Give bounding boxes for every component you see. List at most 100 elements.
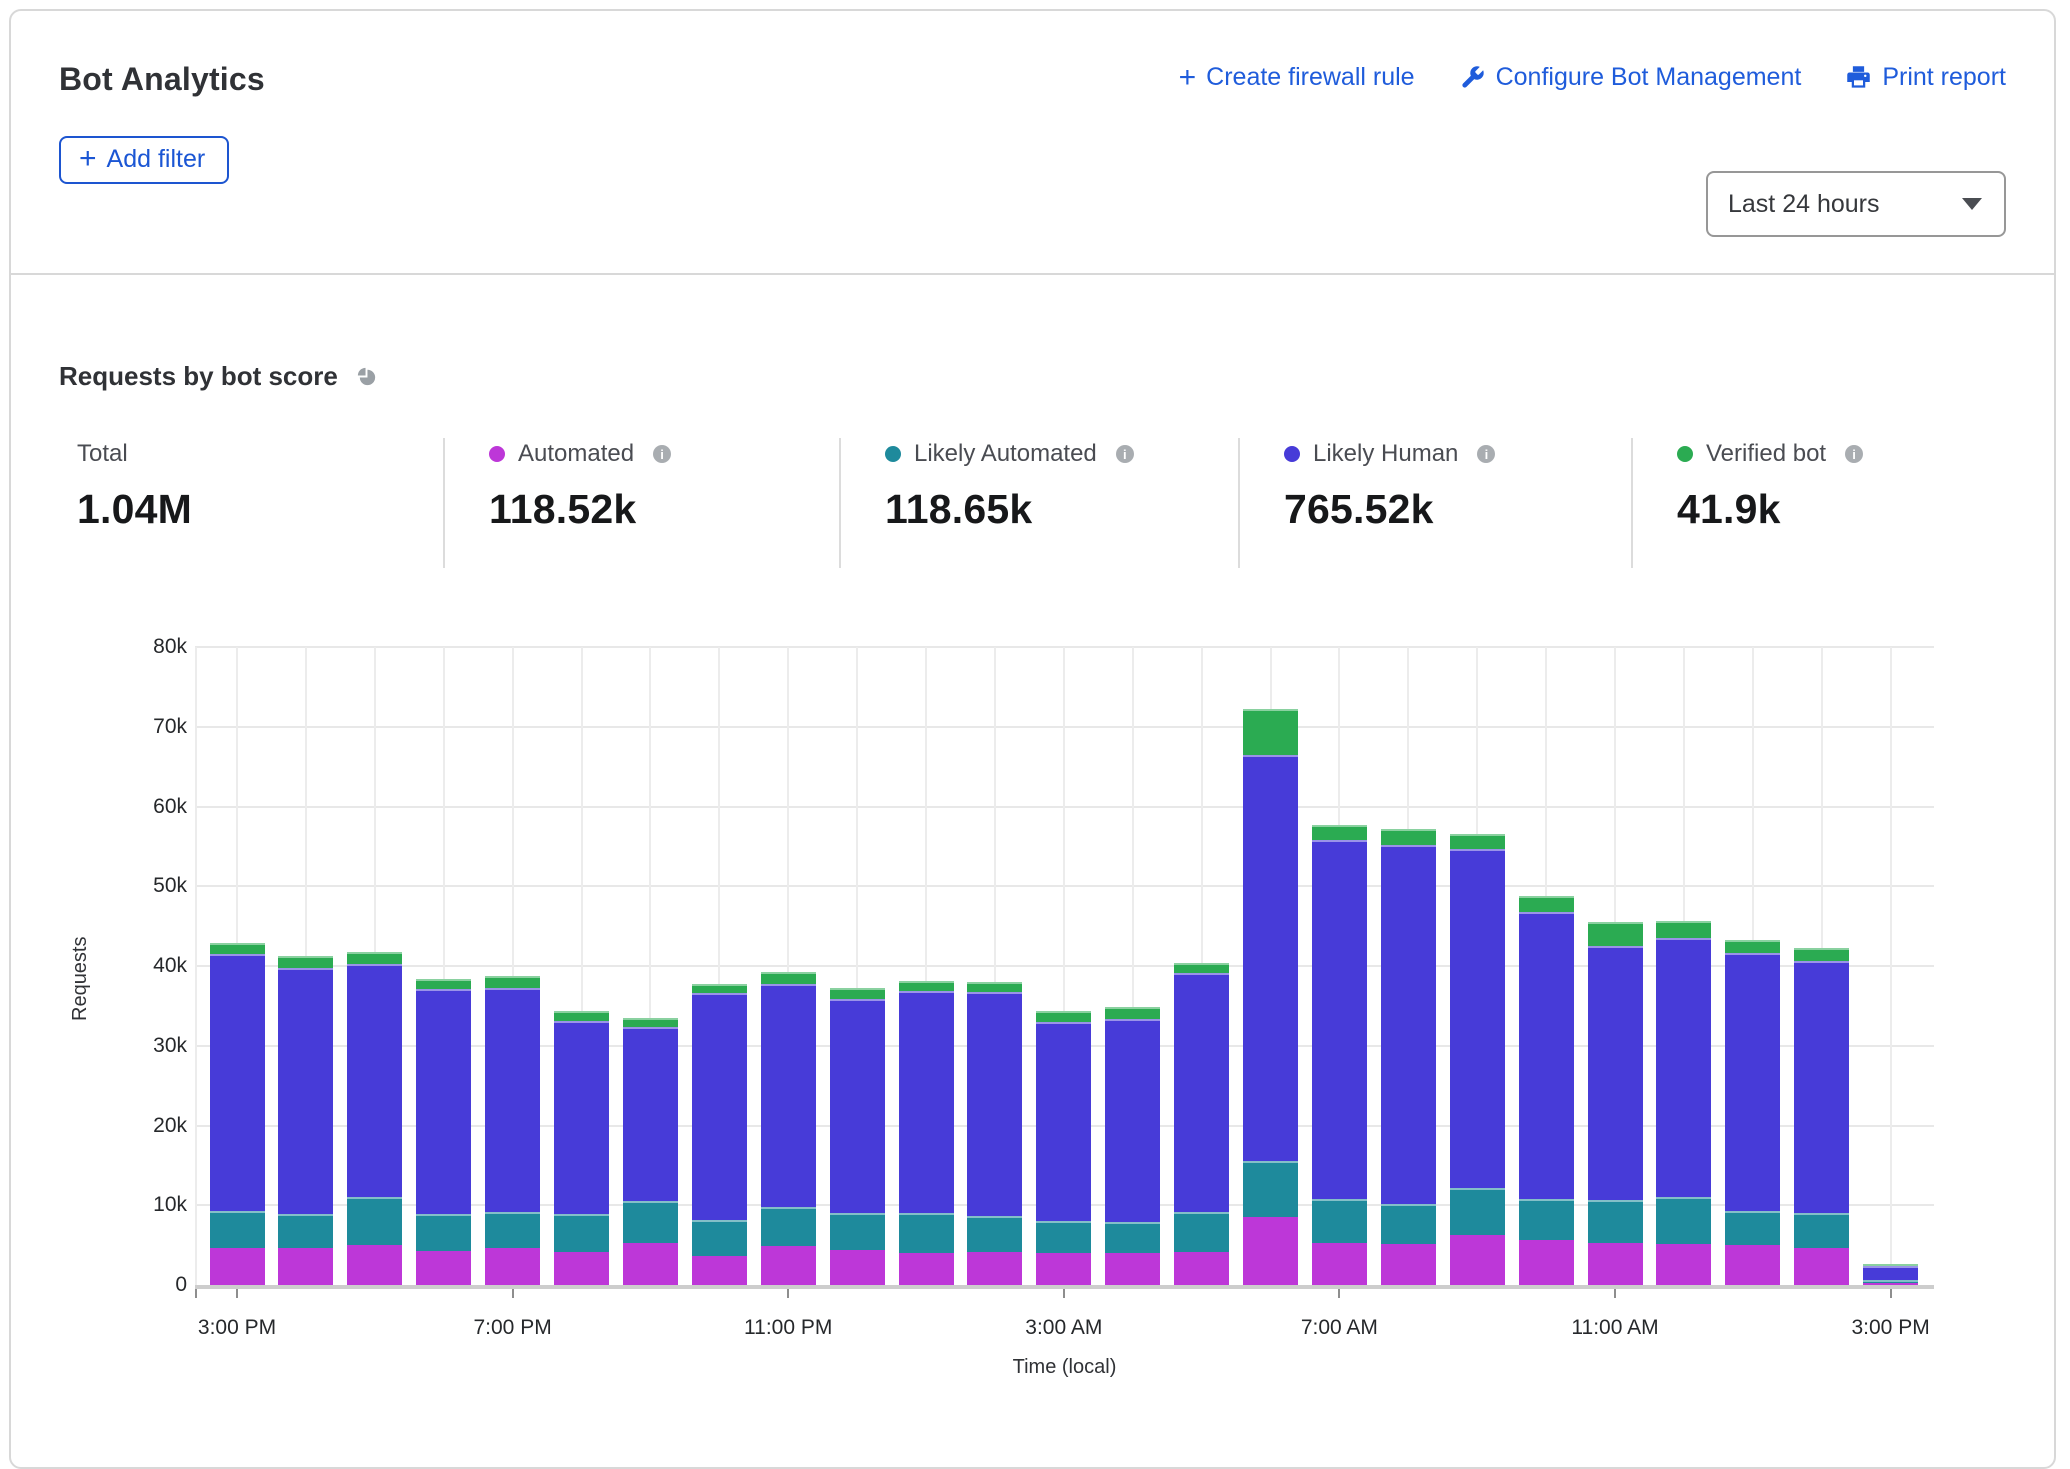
page-title: Bot Analytics	[59, 61, 265, 98]
bar-segment-verified-bot	[1450, 834, 1505, 848]
bar-segment-verified-bot	[1105, 1007, 1160, 1018]
bar-segment-verified-bot	[1243, 709, 1298, 754]
bar-segment-likely-automated	[967, 1216, 1022, 1251]
bar-segment-likely-automated	[278, 1214, 333, 1248]
y-tick-label: 20k	[67, 1113, 187, 1139]
info-icon[interactable]: i	[1116, 445, 1134, 463]
bar-segment-likely-automated	[692, 1220, 747, 1256]
bar-segment-automated	[1794, 1248, 1849, 1285]
requests-by-bot-score-chart: Requests 010k20k30k40k50k60k70k80k 3:00 …	[59, 628, 2006, 1385]
stacked-bar-300am	[1036, 1011, 1091, 1285]
bar-segment-verified-bot	[1588, 922, 1643, 946]
bar-segment-likely-automated	[1174, 1212, 1229, 1252]
bar-segment-automated	[967, 1252, 1022, 1285]
wrench-icon	[1459, 64, 1486, 91]
stacked-bar-900pm	[623, 1018, 678, 1285]
bar-segment-verified-bot	[278, 956, 333, 968]
stacked-bar-300pm	[1863, 1265, 1918, 1285]
bar-segment-verified-bot	[554, 1011, 609, 1021]
bar-segment-likely-human	[1725, 953, 1780, 1211]
bar-segment-likely-automated	[1381, 1204, 1436, 1244]
stats-row: Total 1.04M Automated i 118.52k Likely A…	[59, 438, 2006, 568]
time-range-select[interactable]: Last 24 hours	[1706, 171, 2006, 237]
stat-verified-bot: Verified bot i 41.9k	[1631, 438, 2006, 568]
bar-segment-likely-human	[1450, 849, 1505, 1188]
bar-segment-likely-human	[347, 964, 402, 1197]
bar-segment-likely-automated	[1105, 1222, 1160, 1253]
bar-segment-automated	[1381, 1244, 1436, 1285]
bar-segment-automated	[1312, 1243, 1367, 1285]
bar-segment-likely-human	[416, 989, 471, 1214]
bar-segment-verified-bot	[210, 943, 265, 954]
x-tick-label: 7:00 AM	[1239, 1316, 1439, 1340]
bar-segment-verified-bot	[899, 981, 954, 991]
x-axis-tick	[1063, 1289, 1065, 1298]
bar-segment-automated	[1725, 1245, 1780, 1285]
x-axis-tick	[512, 1289, 514, 1298]
y-tick-label: 50k	[67, 873, 187, 899]
bar-segment-likely-human	[210, 954, 265, 1211]
create-firewall-rule-link[interactable]: + Create firewall rule	[1179, 63, 1415, 92]
bar-segment-likely-human	[1312, 840, 1367, 1199]
bar-segment-likely-human	[1243, 755, 1298, 1162]
y-tick-label: 80k	[67, 634, 187, 660]
stat-total-label: Total	[77, 440, 128, 468]
bar-segment-likely-human	[1105, 1019, 1160, 1222]
bar-segment-likely-automated	[1794, 1213, 1849, 1248]
bar-segment-automated	[1519, 1240, 1574, 1285]
bar-segment-likely-automated	[210, 1211, 265, 1248]
bar-segment-likely-human	[278, 968, 333, 1214]
pie-chart-icon	[354, 364, 379, 389]
x-axis-tick	[1614, 1289, 1616, 1298]
stacked-bar-1200pm	[1656, 921, 1711, 1285]
bar-segment-likely-automated	[1036, 1221, 1091, 1253]
bar-segment-likely-human	[830, 999, 885, 1214]
stat-automated: Automated i 118.52k	[443, 438, 839, 568]
bar-segment-verified-bot	[1036, 1011, 1091, 1021]
bar-segment-automated	[623, 1243, 678, 1285]
bar-segment-automated	[210, 1248, 265, 1285]
stat-total-value: 1.04M	[77, 486, 443, 533]
x-axis-tick	[195, 1289, 197, 1298]
bar-segment-likely-human	[1794, 961, 1849, 1213]
bar-segment-likely-automated	[1863, 1280, 1918, 1282]
stat-likely-automated-value: 118.65k	[885, 486, 1238, 533]
bar-segment-automated	[1243, 1217, 1298, 1285]
bar-segment-verified-bot	[967, 982, 1022, 992]
stacked-bar-1100am	[1588, 922, 1643, 1285]
info-icon[interactable]: i	[1477, 445, 1495, 463]
gridline	[1890, 647, 1892, 1285]
likely-human-legend-dot	[1284, 446, 1300, 462]
bar-segment-likely-automated	[347, 1197, 402, 1245]
configure-bot-management-link[interactable]: Configure Bot Management	[1459, 63, 1802, 92]
bar-segment-automated	[554, 1252, 609, 1285]
bar-segment-likely-human	[1174, 973, 1229, 1211]
stacked-bar-1000am	[1519, 896, 1574, 1285]
stacked-bar-700pm	[485, 976, 540, 1285]
bar-segment-likely-human	[1519, 912, 1574, 1199]
bar-segment-likely-human	[1381, 845, 1436, 1204]
print-report-link[interactable]: Print report	[1845, 63, 2006, 92]
bar-segment-verified-bot	[830, 988, 885, 998]
bar-segment-verified-bot	[692, 984, 747, 994]
stacked-bar-600pm	[416, 979, 471, 1285]
add-filter-button[interactable]: + Add filter	[59, 136, 229, 184]
bar-segment-automated	[1036, 1253, 1091, 1285]
bar-segment-likely-human	[1588, 946, 1643, 1200]
bar-segment-verified-bot	[1312, 825, 1367, 840]
x-axis-tick	[236, 1289, 238, 1298]
bar-segment-likely-human	[1036, 1022, 1091, 1221]
bar-segment-likely-automated	[623, 1201, 678, 1242]
bar-segment-likely-automated	[1243, 1161, 1298, 1217]
bar-segment-verified-bot	[1725, 940, 1780, 954]
bar-segment-automated	[692, 1256, 747, 1286]
bar-segment-likely-automated	[416, 1214, 471, 1251]
info-icon[interactable]: i	[1845, 445, 1863, 463]
bar-segment-likely-automated	[554, 1214, 609, 1251]
stat-verified-bot-value: 41.9k	[1677, 486, 2006, 533]
x-tick-label: 11:00 PM	[688, 1316, 888, 1340]
x-tick-label: 7:00 PM	[413, 1316, 613, 1340]
info-icon[interactable]: i	[653, 445, 671, 463]
bar-segment-likely-human	[692, 993, 747, 1219]
bar-segment-likely-human	[761, 984, 816, 1207]
